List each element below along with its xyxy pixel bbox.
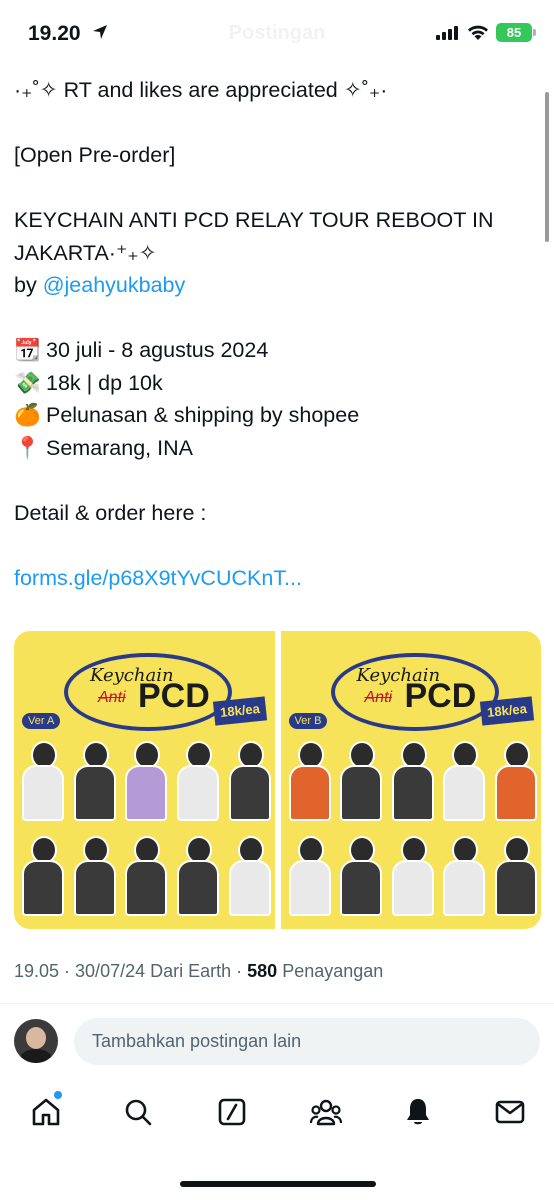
sticker-figure: [225, 836, 271, 916]
post-meta: 19.05 · 30/07/24 Dari Earth · 580 Penaya…: [14, 961, 383, 982]
post-line-preorder: [Open Pre-order]: [14, 143, 176, 167]
views-label: Penayangan: [277, 961, 384, 981]
communities-icon[interactable]: [306, 1092, 346, 1132]
sticker-row: [18, 741, 271, 821]
bottom-tab-bar: [0, 1080, 554, 1150]
shipping-text: Pelunasan & shipping by shopee: [45, 403, 360, 427]
post-timestamp: 19.05 · 30/07/24 Dari Earth ·: [14, 961, 248, 981]
keychain-logo: Keychain Anti PCD: [330, 653, 499, 731]
divider: [0, 1003, 554, 1004]
media-image-ver-b[interactable]: Keychain Anti PCD Ver B 18k/ea: [280, 631, 541, 929]
sticker-row: [18, 836, 271, 916]
sticker-figure: [336, 741, 383, 821]
home-indicator[interactable]: [180, 1181, 376, 1187]
sticker-figure: [491, 836, 537, 916]
sticker-figure: [491, 741, 537, 821]
form-link[interactable]: forms.gle/p68X9tYvCUCKnT...: [14, 566, 302, 590]
pin-icon: 📍: [14, 435, 41, 460]
price-tag: 18k/ea: [212, 696, 268, 726]
status-bar: 19.20 Postingan 85: [0, 0, 554, 68]
logo-anti-text: Anti: [364, 689, 393, 706]
sticker-row: [285, 741, 537, 821]
sticker-row: [285, 836, 537, 916]
post-media[interactable]: Keychain Anti PCD Ver A 18k/ea Keychain …: [14, 631, 541, 929]
logo-anti-text: Anti: [98, 689, 126, 706]
sticker-figure: [70, 741, 116, 821]
search-icon[interactable]: [118, 1092, 158, 1132]
sticker-figure: [225, 741, 271, 821]
sticker-figure: [439, 836, 486, 916]
post-line-link: forms.gle/p68X9tYvCUCKnT...: [14, 562, 534, 595]
scrollbar[interactable]: [545, 92, 549, 242]
home-unread-dot: [54, 1091, 62, 1099]
orange-icon: 🍊: [14, 403, 41, 427]
sticker-figure: [285, 741, 331, 821]
logo-pcd-text: PCD: [138, 677, 210, 715]
location-text: Semarang, INA: [45, 435, 193, 460]
battery-tip: [533, 29, 536, 36]
post-line-shipping: 🍊 Pelunasan & shipping by shopee: [14, 399, 534, 432]
keychain-logo: Keychain Anti PCD: [64, 653, 232, 731]
price-tag: 18k/ea: [479, 696, 534, 726]
sticker-figure: [388, 836, 434, 916]
post-line-location: 📍 Semarang, INA: [14, 432, 534, 465]
post-line-price: 💸 18k | dp 10k: [14, 367, 534, 400]
battery-icon: 85: [496, 23, 532, 42]
sticker-figure: [121, 836, 168, 916]
wifi-icon: [467, 24, 489, 46]
date-text: 30 juli - 8 agustus 2024: [45, 338, 269, 362]
sticker-figure: [121, 741, 168, 821]
mention-link[interactable]: @jeahyukbaby: [43, 273, 186, 297]
version-badge: Ver A: [22, 713, 61, 729]
version-badge: Ver B: [288, 713, 328, 729]
sticker-figure: [439, 741, 486, 821]
by-label: by: [14, 273, 43, 297]
views-count: 580: [247, 961, 278, 981]
post-line-detail: Detail & order here :: [14, 500, 207, 525]
sticker-figure: [70, 836, 116, 916]
messages-icon[interactable]: [490, 1092, 530, 1132]
cellular-signal-icon: [436, 26, 458, 45]
battery-level: 85: [506, 25, 522, 40]
logo-pcd-text: PCD: [404, 677, 477, 715]
post-line-appreciation: ·₊˚✧ RT and likes are appreciated ✧˚₊·: [14, 78, 388, 102]
sticker-figure: [285, 836, 331, 916]
sticker-figure: [388, 741, 434, 821]
post-line-date: 📆 30 juli - 8 agustus 2024: [14, 334, 534, 367]
price-text: 18k | dp 10k: [45, 370, 163, 395]
money-icon: 💸: [14, 370, 41, 395]
notifications-icon[interactable]: [398, 1092, 438, 1132]
sticker-figure: [173, 836, 219, 916]
grok-icon[interactable]: [212, 1092, 252, 1132]
sticker-figure: [336, 836, 383, 916]
calendar-icon: 📆: [14, 338, 41, 362]
post-line-title: KEYCHAIN ANTI PCD RELAY TOUR REBOOT IN J…: [14, 208, 494, 265]
sticker-figure: [18, 836, 64, 916]
add-post-input[interactable]: Tambahkan postingan lain: [74, 1018, 540, 1065]
sticker-figure: [173, 741, 219, 821]
media-image-ver-a[interactable]: Keychain Anti PCD Ver A 18k/ea: [14, 631, 275, 929]
sticker-figure: [18, 741, 64, 821]
post-text: ·₊˚✧ RT and likes are appreciated ✧˚₊· […: [14, 74, 534, 594]
post-line-by: by @jeahyukbaby: [14, 269, 534, 302]
avatar[interactable]: [14, 1019, 58, 1063]
